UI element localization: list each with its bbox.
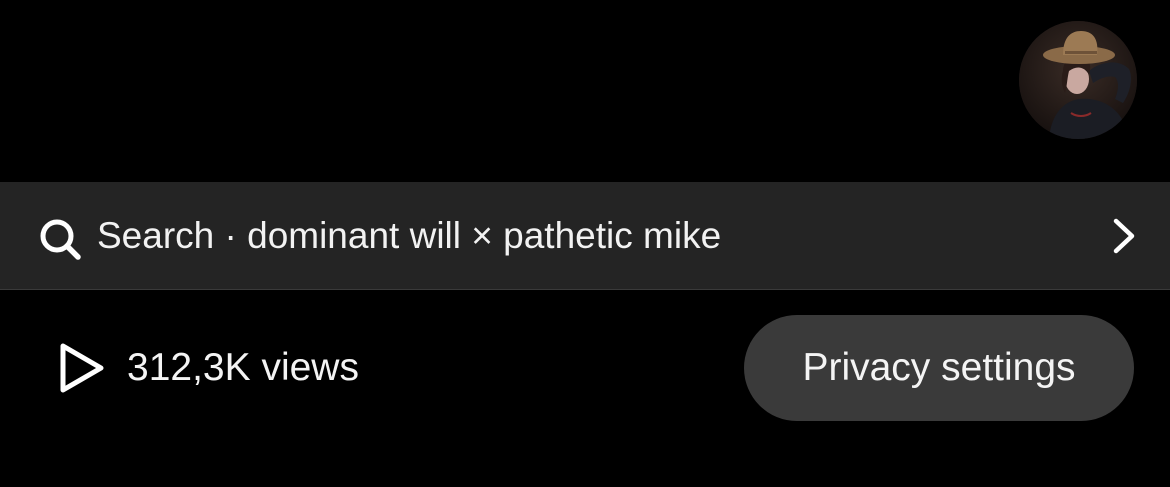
search-icon (38, 217, 82, 261)
avatar[interactable] (1019, 21, 1137, 139)
views-label: 312,3K views (127, 346, 359, 389)
play-icon (57, 340, 107, 396)
search-suggestion-bar[interactable]: Search · dominant will × pathetic mike (0, 182, 1170, 290)
view-count: 312,3K views (57, 340, 359, 396)
search-suggestion-text: Search · dominant will × pathetic mike (97, 215, 722, 256)
privacy-settings-button[interactable]: Privacy settings (744, 315, 1134, 421)
chevron-right-icon (1108, 216, 1138, 256)
